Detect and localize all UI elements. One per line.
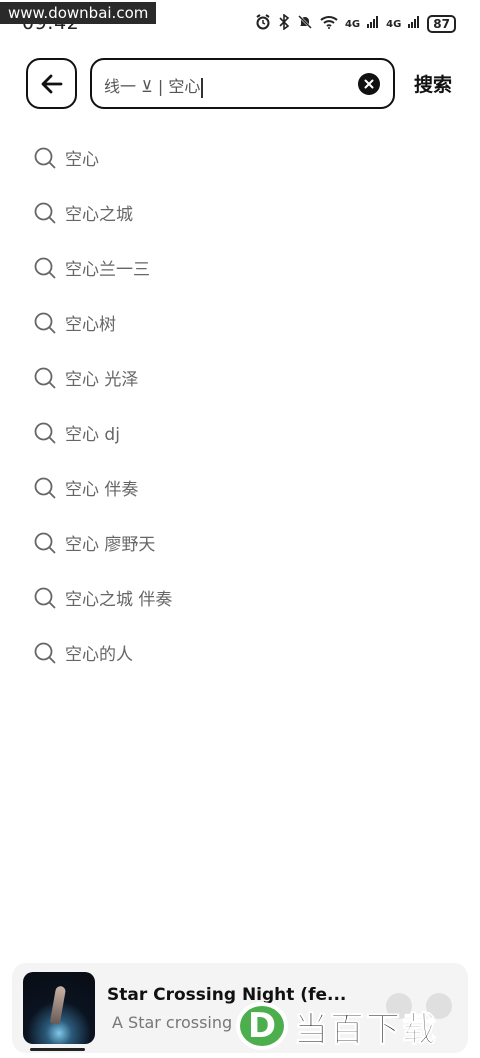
suggestion-item[interactable]: 空心的人	[0, 625, 480, 680]
search-icon	[34, 422, 56, 443]
suggestion-label: 空心树	[65, 315, 116, 335]
logo-text: 当百下载	[294, 1009, 438, 1050]
suggestion-item[interactable]: 空心	[0, 130, 480, 185]
back-button[interactable]	[26, 58, 77, 109]
suggestion-label: 空心之城 伴奏	[65, 590, 173, 610]
alarm-icon	[255, 14, 271, 34]
suggestion-item[interactable]: 空心 光泽	[0, 350, 480, 405]
search-icon	[34, 147, 56, 168]
mute-icon	[297, 14, 313, 34]
suggestion-label: 空心的人	[65, 645, 133, 665]
suggestion-item[interactable]: 空心 伴奏	[0, 460, 480, 515]
clear-icon	[364, 79, 374, 89]
suggestion-item[interactable]: 空心 廖野天	[0, 515, 480, 570]
suggestion-label: 空心兰一三	[65, 260, 150, 280]
suggestion-item[interactable]: 空心兰一三	[0, 240, 480, 295]
search-icon	[34, 257, 56, 278]
suggestion-label: 空心 廖野天	[65, 535, 156, 555]
search-icon	[34, 202, 56, 223]
album-art-figure	[49, 985, 67, 1025]
suggestion-label: 空心 光泽	[65, 370, 139, 390]
site-watermark: www.downbai.com	[0, 2, 157, 24]
search-button[interactable]: 搜索	[414, 70, 452, 97]
status-bar: 09:42 www.downbai.com 4G 4G 87	[0, 0, 480, 34]
search-input-value: 线一 ⊻ | 空心	[104, 73, 204, 98]
search-input[interactable]: 线一 ⊻ | 空心	[90, 58, 395, 109]
search-icon	[34, 642, 56, 663]
signal-1: 4G	[344, 18, 361, 30]
signal-2: 4G	[386, 18, 402, 30]
signal-bars-icon	[367, 16, 379, 32]
suggestion-list: 空心 空心之城 空心兰一三 空心树 空心 光泽 空心 dj 空心 伴奏 空心 廖…	[0, 130, 480, 680]
suggestion-label: 空心 伴奏	[65, 480, 139, 500]
suggestion-item[interactable]: 空心树	[0, 295, 480, 350]
watermark-logo: D 当百下载	[236, 998, 480, 1054]
back-arrow-icon	[41, 74, 62, 93]
logo-badge: D	[236, 1002, 288, 1050]
bluetooth-icon	[278, 13, 290, 34]
search-icon	[34, 532, 56, 553]
suggestion-item[interactable]: 空心之城 伴奏	[0, 570, 480, 625]
suggestion-label: 空心	[65, 150, 99, 170]
suggestion-label: 空心之城	[65, 205, 133, 225]
suggestion-label: 空心 dj	[65, 425, 120, 445]
signal-bars-icon	[408, 16, 420, 32]
album-art[interactable]	[23, 972, 95, 1044]
search-icon	[34, 587, 56, 608]
battery-indicator: 87	[427, 15, 456, 33]
wifi-icon	[320, 15, 338, 33]
search-icon	[34, 312, 56, 333]
search-icon	[34, 367, 56, 388]
status-icons: 4G 4G 87	[255, 13, 456, 34]
clear-button[interactable]	[358, 73, 380, 95]
suggestion-item[interactable]: 空心 dj	[0, 405, 480, 460]
progress-indicator	[30, 1048, 85, 1051]
suggestion-item[interactable]: 空心之城	[0, 185, 480, 240]
search-icon	[34, 477, 56, 498]
